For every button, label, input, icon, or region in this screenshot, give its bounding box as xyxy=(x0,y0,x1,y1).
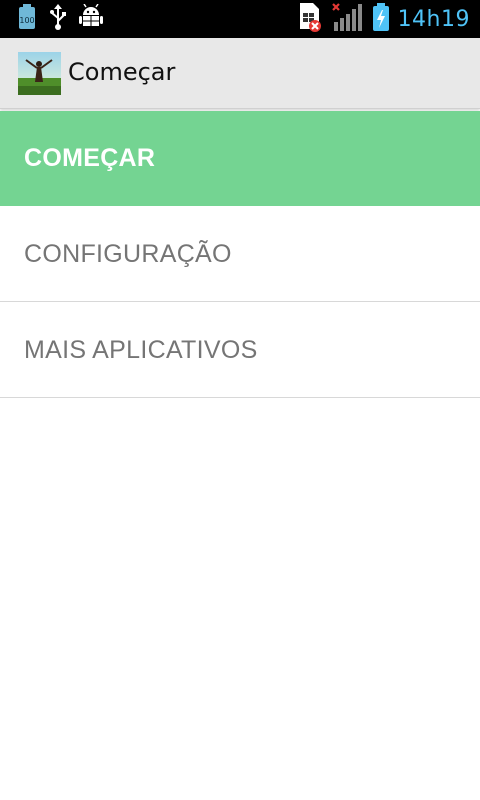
notification-icons: 100 xyxy=(16,3,114,34)
action-bar: Começar xyxy=(0,38,480,109)
page-title: Começar xyxy=(68,58,176,86)
clock: 14h19 xyxy=(397,6,470,32)
android-debug-icon xyxy=(78,3,104,34)
battery-charging-icon xyxy=(372,2,390,36)
status-bar: 100 14h19 xyxy=(0,0,480,38)
menu-item-comecar[interactable]: COMEÇAR xyxy=(0,111,480,206)
sim-error-icon xyxy=(298,2,322,36)
menu-item-mais-aplicativos[interactable]: MAIS APLICATIVOS xyxy=(0,302,480,398)
app-logo[interactable] xyxy=(18,52,61,95)
battery-level-label: 100 xyxy=(19,16,34,25)
menu-item-label: COMEÇAR xyxy=(24,144,156,172)
battery-100-icon: 100 xyxy=(16,4,38,34)
menu-item-configuracao[interactable]: CONFIGURAÇÃO xyxy=(0,206,480,302)
menu-item-label: CONFIGURAÇÃO xyxy=(24,240,232,268)
menu-item-label: MAIS APLICATIVOS xyxy=(24,336,258,364)
main-menu: COMEÇAR CONFIGURAÇÃO MAIS APLICATIVOS xyxy=(0,111,480,398)
usb-icon xyxy=(48,4,68,34)
no-signal-icon xyxy=(331,2,362,36)
system-icons: 14h19 xyxy=(298,0,470,38)
